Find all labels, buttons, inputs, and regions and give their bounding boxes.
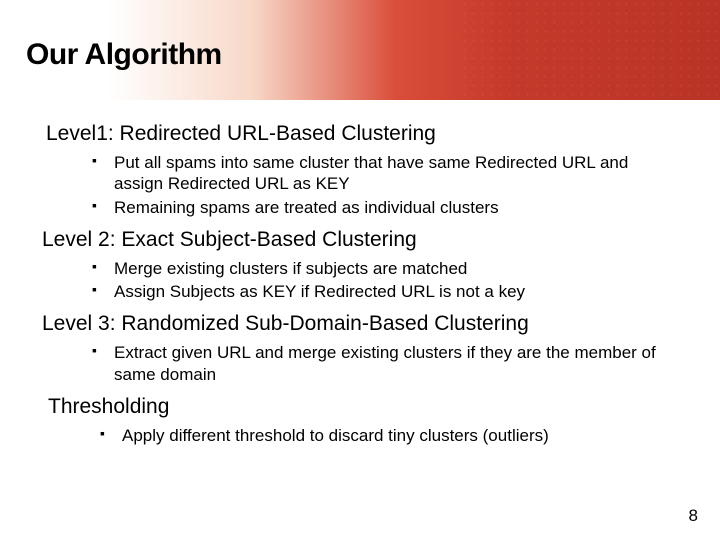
section-heading-level1: Level1: Redirected URL-Based Clustering <box>46 122 680 146</box>
slide-title: Our Algorithm <box>0 28 222 72</box>
page-number: 8 <box>689 506 698 526</box>
slide-header: Our Algorithm <box>0 0 720 100</box>
bullet-item: Apply different threshold to discard tin… <box>100 425 680 446</box>
bullet-item: Assign Subjects as KEY if Redirected URL… <box>92 281 680 302</box>
section-heading-level2: Level 2: Exact Subject-Based Clustering <box>42 228 680 252</box>
bullet-list-level1: Put all spams into same cluster that hav… <box>40 152 680 218</box>
bullet-list-level2: Merge existing clusters if subjects are … <box>40 258 680 303</box>
section-heading-thresholding: Thresholding <box>48 395 680 419</box>
slide-content: Level1: Redirected URL-Based Clustering … <box>0 100 720 446</box>
bullet-list-level3: Extract given URL and merge existing clu… <box>40 342 680 385</box>
bullet-item: Extract given URL and merge existing clu… <box>92 342 680 385</box>
bullet-item: Remaining spams are treated as individua… <box>92 197 680 218</box>
bullet-list-thresholding: Apply different threshold to discard tin… <box>40 425 680 446</box>
header-texture <box>460 0 720 100</box>
section-heading-level3: Level 3: Randomized Sub-Domain-Based Clu… <box>42 312 680 336</box>
bullet-item: Merge existing clusters if subjects are … <box>92 258 680 279</box>
bullet-item: Put all spams into same cluster that hav… <box>92 152 680 195</box>
